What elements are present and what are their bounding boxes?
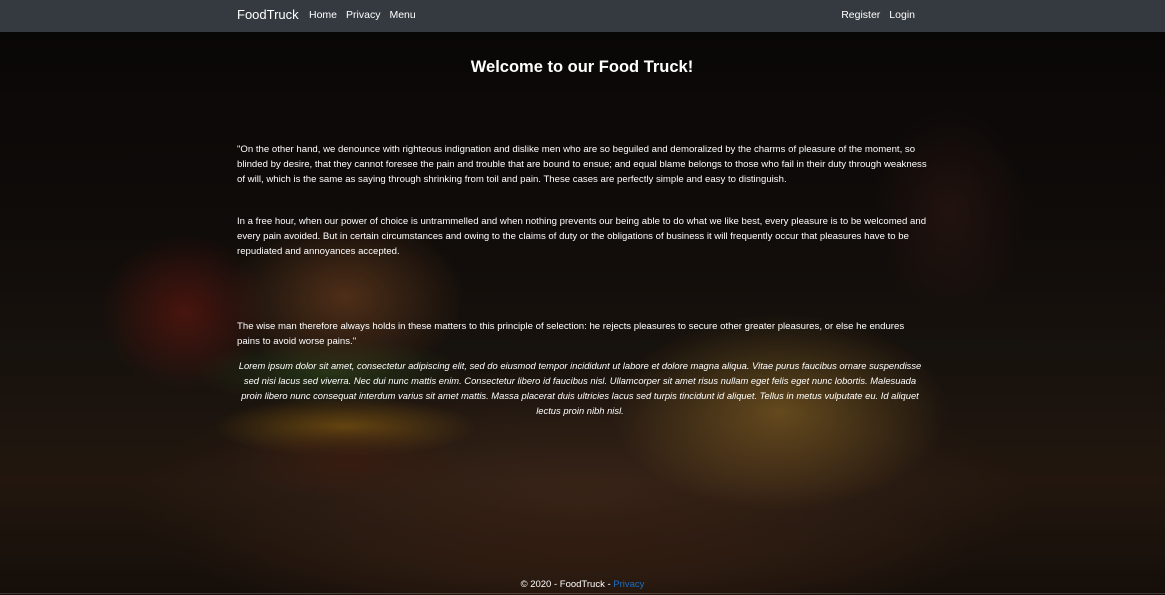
paragraph-2: In a free hour, when our power of choice… bbox=[237, 216, 927, 257]
footer-divider bbox=[0, 593, 1165, 594]
nav-left-links: Home Privacy Menu bbox=[309, 9, 416, 21]
login-link[interactable]: Login bbox=[889, 9, 915, 21]
background-overlay bbox=[0, 32, 1165, 595]
nav-home-link[interactable]: Home bbox=[309, 9, 337, 21]
page: FoodTruck Home Privacy Menu Register Log… bbox=[0, 0, 1165, 595]
footer: © 2020 - FoodTruck - Privacy bbox=[0, 579, 1165, 590]
lorem-ipsum-paragraph: Lorem ipsum dolor sit amet, consectetur … bbox=[238, 360, 922, 416]
paragraph-3: The wise man therefore always holds in t… bbox=[237, 321, 905, 347]
brand-link[interactable]: FoodTruck bbox=[237, 7, 299, 22]
nav-privacy-link[interactable]: Privacy bbox=[346, 9, 380, 21]
navbar: FoodTruck Home Privacy Menu Register Log… bbox=[0, 0, 1165, 32]
register-link[interactable]: Register bbox=[841, 9, 880, 21]
main-content: Welcome to our Food Truck! "On the other… bbox=[237, 32, 927, 416]
nav-menu-link[interactable]: Menu bbox=[389, 9, 415, 21]
footer-privacy-link[interactable]: Privacy bbox=[613, 579, 644, 590]
paragraph-1: "On the other hand, we denounce with rig… bbox=[237, 144, 927, 185]
page-title: Welcome to our Food Truck! bbox=[470, 58, 694, 76]
footer-copyright: © 2020 - FoodTruck - bbox=[520, 579, 614, 590]
nav-right-links: Register Login bbox=[841, 9, 915, 21]
